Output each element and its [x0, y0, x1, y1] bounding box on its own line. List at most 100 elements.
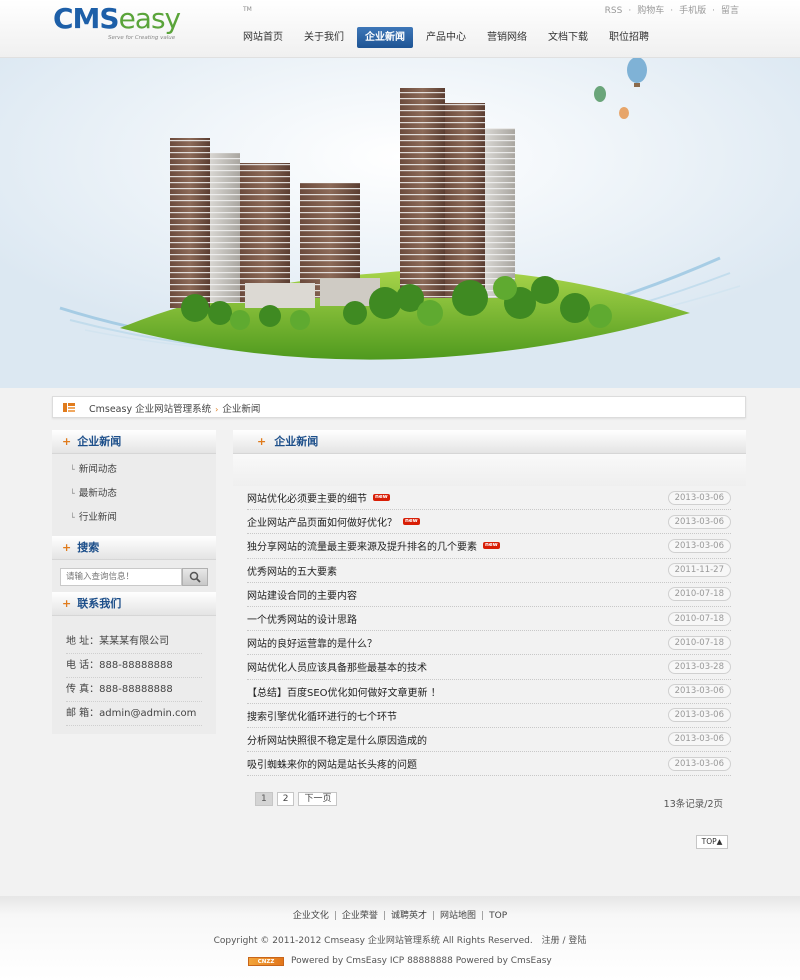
category-item-latest[interactable]: └ 最新动态	[52, 482, 216, 506]
footer-link-top[interactable]: TOP	[489, 911, 507, 921]
footer-link-careers[interactable]: 诚聘英才	[391, 911, 427, 921]
news-title-link[interactable]: 独分享网站的流量最主要来源及提升排名的几个要素 new	[247, 538, 500, 553]
news-title-link[interactable]: 网站优化必须要主要的细节 new	[247, 490, 390, 505]
news-title-link[interactable]: 搜索引擎优化循环进行的七个环节	[247, 708, 397, 723]
next-page-button[interactable]: 下一页	[298, 792, 338, 806]
news-row[interactable]: 网站优化必须要主要的细节 new 2013-03-06	[247, 486, 731, 511]
nav-home[interactable]: 网站首页	[235, 27, 291, 48]
news-title-link[interactable]: 优秀网站的五大要素	[247, 563, 337, 578]
news-title-link[interactable]: 分析网站快照很不稳定是什么原因造成的	[247, 732, 427, 747]
news-row[interactable]: 一个优秀网站的设计思路 2010-07-18	[247, 607, 731, 632]
cnzz-badge[interactable]: CNZZ	[248, 956, 284, 966]
search-icon	[189, 571, 201, 583]
news-title-link[interactable]: 吸引蜘蛛来你的网站是站长头疼的问题	[247, 756, 417, 771]
footer-links: 企业文化 | 企业荣誉 | 诚聘英才 | 网站地图 | TOP	[0, 908, 800, 921]
news-title-text: 独分享网站的流量最主要来源及提升排名的几个要素	[247, 542, 477, 554]
news-row[interactable]: 搜索引擎优化循环进行的七个环节 2013-03-06	[247, 704, 731, 728]
news-date: 2013-03-06	[667, 732, 731, 747]
top-link-guestbook[interactable]: 留言	[721, 6, 739, 16]
corner-arrow-icon: └	[70, 513, 75, 522]
sidebar-contact-header: + 联系我们	[52, 592, 216, 616]
pagination: 1 2 下一页	[255, 792, 341, 806]
breadcrumb-sep-icon: ›	[215, 405, 219, 414]
news-date: 2013-03-28	[667, 659, 731, 674]
nav-about[interactable]: 关于我们	[296, 27, 352, 48]
site-header: CMSeasy TM Serve for Creating value RSS ·…	[0, 0, 800, 58]
category-list: └ 新闻动态 └ 最新动态 └ 行业新闻	[52, 454, 216, 536]
nav-downloads[interactable]: 文档下载	[540, 27, 596, 48]
news-title-link[interactable]: 网站建设合同的主要内容	[247, 587, 357, 602]
nav-jobs[interactable]: 职位招聘	[601, 27, 657, 48]
news-title-link[interactable]: 【总结】百度SEO优化如何做好文章更新 ！	[247, 684, 441, 699]
footer-link-honor[interactable]: 企业荣誉	[342, 911, 378, 921]
login-link[interactable]: 登陆	[568, 936, 586, 946]
news-row[interactable]: 网站的良好运营靠的是什么？ 2010-07-18	[247, 631, 731, 656]
footer-sep: |	[432, 911, 436, 921]
news-title-text: 网站建设合同的主要内容	[247, 590, 357, 602]
contact-address: 地 址：某某某有限公司	[66, 630, 202, 654]
news-row[interactable]: 企业网站产品页面如何做好优化？ new 2013-03-06	[247, 510, 731, 535]
news-title-link[interactable]: 网站的良好运营靠的是什么？	[247, 635, 377, 650]
news-title-link[interactable]: 网站优化人员应该具备那些最基本的技术	[247, 659, 427, 674]
search-button[interactable]	[182, 568, 208, 586]
news-row[interactable]: 分析网站快照很不稳定是什么原因造成的 2013-03-06	[247, 728, 731, 753]
corner-arrow-icon: └	[70, 489, 75, 498]
news-date: 2011-11-27	[667, 563, 731, 578]
site-logo[interactable]: CMSeasy TM Serve for Creating value	[53, 2, 252, 44]
news-date: 2013-03-06	[667, 708, 731, 723]
news-title-link[interactable]: 企业网站产品页面如何做好优化？ new	[247, 514, 420, 529]
back-to-top-button[interactable]: TOP▲	[696, 835, 728, 849]
footer-link-sitemap[interactable]: 网站地图	[440, 911, 476, 921]
top-link-cart[interactable]: 购物车	[637, 6, 664, 16]
news-date: 2013-03-06	[667, 490, 731, 505]
page-1-button[interactable]: 1	[255, 792, 273, 806]
content-header: + 企业新闻	[233, 430, 746, 454]
footer-link-culture[interactable]: 企业文化	[293, 911, 329, 921]
news-row[interactable]: 网站优化人员应该具备那些最基本的技术 2013-03-28	[247, 655, 731, 680]
news-content: + 企业新闻 网站优化必须要主要的细节 new 2013-03-06 企业网站产品页面如…	[233, 430, 746, 777]
sidebar-search-title: 搜索	[77, 541, 100, 554]
new-badge: new	[373, 494, 390, 502]
category-item-industry[interactable]: └ 行业新闻	[52, 506, 216, 530]
breadcrumb-current[interactable]: 企业新闻	[222, 404, 260, 415]
plus-icon: +	[62, 597, 72, 610]
news-title-link[interactable]: 一个优秀网站的设计思路	[247, 611, 357, 626]
banner-illustration	[0, 58, 800, 388]
news-row[interactable]: 独分享网站的流量最主要来源及提升排名的几个要素 new 2013-03-06	[247, 534, 731, 559]
nav-products[interactable]: 产品中心	[418, 27, 474, 48]
category-label: 行业新闻	[78, 512, 117, 523]
sidebar-category-header: + 企业新闻	[52, 430, 216, 454]
site-footer: 企业文化 | 企业荣誉 | 诚聘英才 | 网站地图 | TOP Copyright © 2011…	[0, 896, 800, 980]
top-link-sep: ·	[628, 6, 632, 16]
news-row[interactable]: 【总结】百度SEO优化如何做好文章更新 ！ 2013-03-06	[247, 680, 731, 704]
breadcrumb: Cmseasy 企业网站管理系统 › 企业新闻	[52, 396, 746, 418]
breadcrumb-home[interactable]: Cmseasy 企业网站管理系统	[89, 404, 211, 415]
register-link[interactable]: 注册	[542, 936, 560, 946]
news-date: 2013-03-06	[667, 538, 731, 553]
sidebar-category-title: 企业新闻	[77, 435, 122, 448]
top-link-rss[interactable]: RSS	[605, 6, 623, 16]
page-2-button[interactable]: 2	[276, 792, 295, 806]
logo-cms: CMS	[53, 2, 120, 35]
news-title-text: 分析网站快照很不稳定是什么原因造成的	[247, 735, 427, 747]
nav-network[interactable]: 营销网络	[479, 27, 535, 48]
register-login-sep: /	[562, 936, 566, 946]
category-item-news-updates[interactable]: └ 新闻动态	[52, 458, 216, 482]
main-area: Cmseasy 企业网站管理系统 › 企业新闻 + 企业新闻 └ 新闻动态 └ 最新动态 …	[0, 388, 800, 896]
breadcrumb-text: Cmseasy 企业网站管理系统 › 企业新闻	[89, 401, 260, 415]
category-label: 新闻动态	[78, 464, 117, 475]
news-row[interactable]: 优秀网站的五大要素 2011-11-27	[247, 559, 731, 583]
search-input[interactable]	[60, 568, 182, 586]
nav-news[interactable]: 企业新闻	[357, 27, 413, 48]
category-label: 最新动态	[78, 488, 117, 499]
news-row[interactable]: 网站建设合同的主要内容 2010-07-18	[247, 583, 731, 607]
top-link-mobile[interactable]: 手机版	[679, 6, 706, 16]
hero-banner	[0, 58, 800, 388]
content-header-strip	[233, 454, 746, 486]
plus-icon: +	[257, 435, 267, 448]
sidebar-contact-title: 联系我们	[77, 597, 122, 610]
top-links: RSS · 购物车 · 手机版 · 留言	[602, 3, 742, 16]
news-title-text: 网站的良好运营靠的是什么？	[247, 639, 377, 651]
news-title-text: 企业网站产品页面如何做好优化？	[247, 518, 397, 530]
news-row[interactable]: 吸引蜘蛛来你的网站是站长头疼的问题 2013-03-06	[247, 752, 731, 777]
